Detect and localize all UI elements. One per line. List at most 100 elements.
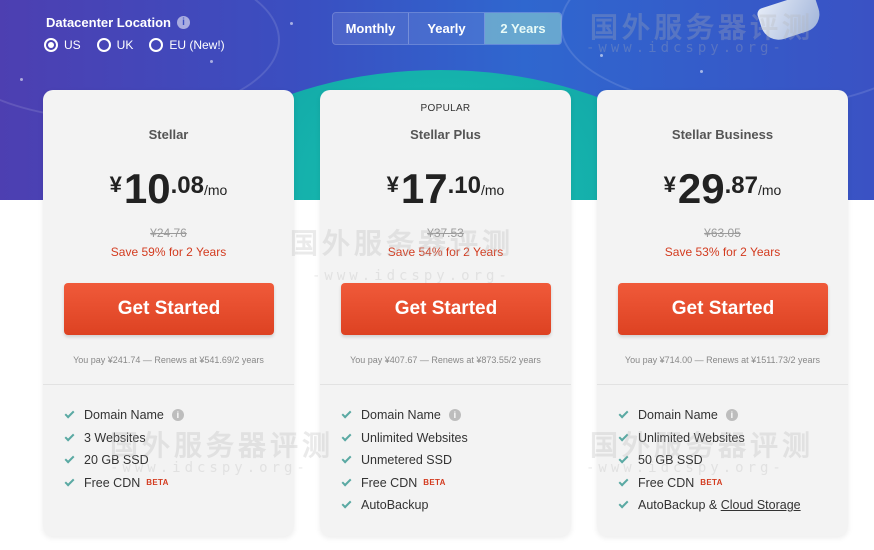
- feature-item: 3 Websites: [64, 427, 184, 450]
- feature-item: Free CDN BETA: [618, 472, 801, 495]
- check-icon: [64, 431, 75, 442]
- feature-label: Unmetered SSD: [361, 453, 453, 468]
- feature-item: Free CDN BETA: [64, 472, 184, 495]
- plan-card-stellar-business: Stellar Business ¥ 29 .87 /mo ¥63.05 Sav…: [597, 90, 848, 536]
- plan-card-stellar-plus: POPULAR Stellar Plus ¥ 17 .10 /mo ¥37.53…: [320, 90, 571, 536]
- feature-item: Domain Name i: [341, 404, 468, 427]
- plan-name: Stellar Business: [671, 127, 774, 142]
- feature-item: AutoBackup: [341, 494, 468, 517]
- price-cents: .10: [447, 172, 481, 199]
- feature-item: 20 GB SSD: [64, 449, 184, 472]
- radio-icon[interactable]: [96, 38, 111, 52]
- payment-note: You pay ¥714.00 — Renews at ¥1511.73/2 y…: [624, 355, 821, 365]
- feature-item: 50 GB SSD: [618, 449, 801, 472]
- check-icon: [341, 453, 352, 464]
- savings-text: Save 53% for 2 Years: [664, 245, 781, 259]
- price-cents: .87: [724, 172, 758, 199]
- term-yearly-button[interactable]: Yearly: [409, 13, 485, 44]
- feature-label: Domain Name: [638, 408, 718, 423]
- feature-label: Free CDN: [84, 475, 141, 490]
- radio-selected-icon[interactable]: [44, 38, 58, 52]
- billing-term-toggle: Monthly Yearly 2 Years: [332, 12, 562, 45]
- feature-label: AutoBackup: [361, 498, 429, 513]
- check-icon: [618, 498, 629, 509]
- price-whole: 29: [677, 165, 725, 212]
- plan-card-stellar: Stellar ¥ 10 .08 /mo ¥24.76 Save 59% for…: [43, 90, 294, 536]
- plan-name: Stellar Plus: [410, 127, 481, 142]
- savings-text: Save 59% for 2 Years: [110, 245, 227, 259]
- price-period: /mo: [758, 182, 782, 198]
- divider: [43, 384, 294, 385]
- cloud-storage-link[interactable]: Cloud Storage: [721, 498, 801, 512]
- term-2-years-button[interactable]: 2 Years: [485, 13, 561, 44]
- price-currency: ¥: [109, 172, 122, 197]
- datacenter-option-label: UK: [116, 38, 134, 52]
- feature-label: 3 Websites: [84, 430, 146, 445]
- plan-price: ¥ 29 .87 /mo: [597, 166, 848, 212]
- check-icon: [341, 476, 352, 487]
- star: [600, 54, 603, 57]
- feature-list: Domain Name i Unlimited Websites 50 GB SS…: [618, 404, 801, 517]
- price-whole: 17: [400, 165, 448, 212]
- check-icon: [64, 453, 75, 464]
- feature-label: 50 GB SSD: [638, 453, 703, 468]
- plan-price: ¥ 17 .10 /mo: [320, 166, 571, 212]
- datacenter-option-label: US: [64, 38, 81, 52]
- price-currency: ¥: [386, 172, 399, 197]
- info-icon[interactable]: i: [176, 16, 190, 29]
- check-icon: [618, 408, 629, 419]
- beta-badge: BETA: [700, 478, 723, 488]
- feature-label: Free CDN: [638, 475, 695, 490]
- info-icon[interactable]: i: [448, 409, 461, 422]
- feature-label: AutoBackup &: [638, 498, 718, 513]
- feature-list: Domain Name i 3 Websites 20 GB SSD Free C…: [64, 404, 184, 495]
- check-icon: [618, 453, 629, 464]
- payment-note: You pay ¥241.74 — Renews at ¥541.69/2 ye…: [73, 355, 264, 365]
- price-cents: .08: [170, 172, 204, 199]
- datacenter-location-label: Datacenter Location: [46, 15, 171, 30]
- feature-item: Free CDN BETA: [341, 472, 468, 495]
- datacenter-option-uk[interactable]: UK: [96, 38, 134, 52]
- feature-label: Free CDN: [361, 475, 418, 490]
- original-price: ¥24.76: [150, 226, 187, 240]
- term-monthly-button[interactable]: Monthly: [333, 13, 409, 44]
- feature-item: Domain Name i: [64, 404, 184, 427]
- price-period: /mo: [204, 182, 228, 198]
- get-started-button[interactable]: Get Started: [618, 283, 828, 335]
- feature-label: Unlimited Websites: [361, 430, 468, 445]
- payment-note: You pay ¥407.67 — Renews at ¥873.55/2 ye…: [350, 355, 541, 365]
- feature-item: Unmetered SSD: [341, 449, 468, 472]
- savings-text: Save 54% for 2 Years: [387, 245, 504, 259]
- star: [210, 60, 213, 63]
- check-icon: [64, 476, 75, 487]
- info-icon[interactable]: i: [171, 409, 184, 422]
- popular-badge: POPULAR: [420, 103, 471, 114]
- feature-item: AutoBackup & Cloud Storage: [618, 494, 801, 517]
- feature-item: Unlimited Websites: [618, 427, 801, 450]
- plan-price: ¥ 10 .08 /mo: [43, 166, 294, 212]
- feature-label: Domain Name: [84, 408, 164, 423]
- divider: [597, 384, 848, 385]
- feature-item: Domain Name i: [618, 404, 801, 427]
- original-price: ¥63.05: [704, 226, 741, 240]
- check-icon: [618, 476, 629, 487]
- feature-item: Unlimited Websites: [341, 427, 468, 450]
- price-currency: ¥: [663, 172, 676, 197]
- check-icon: [341, 408, 352, 419]
- star: [20, 78, 23, 81]
- datacenter-option-eu[interactable]: EU (New!): [149, 38, 225, 52]
- beta-badge: BETA: [423, 478, 446, 488]
- datacenter-option-us[interactable]: US: [44, 38, 81, 52]
- datacenter-location-title: Datacenter Location i: [46, 15, 190, 30]
- radio-icon[interactable]: [149, 38, 164, 52]
- divider: [320, 384, 571, 385]
- feature-label: Domain Name: [361, 408, 441, 423]
- get-started-button[interactable]: Get Started: [64, 283, 274, 335]
- info-icon[interactable]: i: [725, 409, 738, 422]
- check-icon: [64, 408, 75, 419]
- feature-list: Domain Name i Unlimited Websites Unmetere…: [341, 404, 468, 517]
- plan-name: Stellar: [148, 127, 189, 142]
- get-started-button[interactable]: Get Started: [341, 283, 551, 335]
- check-icon: [618, 431, 629, 442]
- datacenter-option-label: EU (New!): [169, 38, 225, 52]
